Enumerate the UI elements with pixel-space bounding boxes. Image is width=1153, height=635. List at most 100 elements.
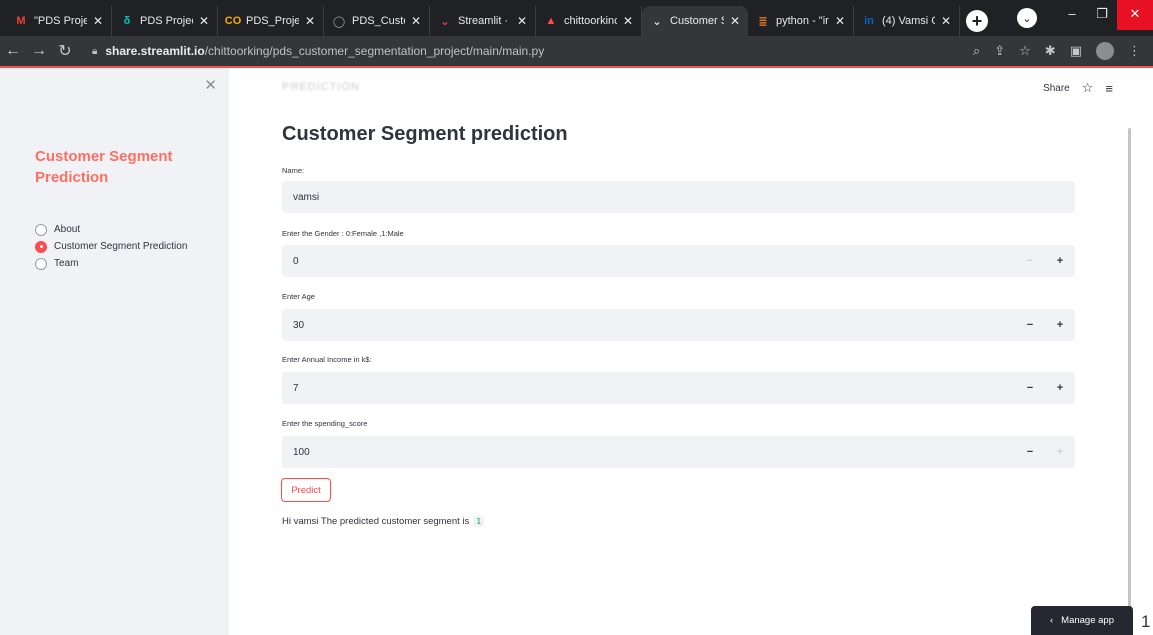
radio-dot-selected[interactable]: [35, 240, 47, 253]
close-tab-icon[interactable]: ✕: [730, 14, 740, 28]
result-value: 1: [473, 516, 485, 527]
extensions-icon[interactable]: ✱: [1045, 43, 1056, 59]
close-tab-icon[interactable]: ✕: [835, 14, 845, 28]
age-increment-button[interactable]: +: [1045, 309, 1075, 341]
gender-increment-button[interactable]: +: [1045, 245, 1075, 277]
spending-number-input[interactable]: 100 − +: [282, 436, 1075, 468]
close-sidebar-icon[interactable]: ✕: [204, 76, 217, 94]
income-increment-button[interactable]: +: [1045, 372, 1075, 404]
close-tab-icon[interactable]: ✕: [411, 14, 421, 28]
name-input[interactable]: vamsi: [282, 181, 1075, 213]
url-host: share.streamlit.io: [105, 44, 205, 58]
sidepanel-icon[interactable]: ▣: [1070, 43, 1082, 59]
gender-decrement-button[interactable]: −: [1015, 245, 1045, 277]
browser-tab[interactable]: ▲ chittoorkinc ✕: [536, 6, 642, 36]
close-tab-icon[interactable]: ✕: [517, 14, 527, 28]
address-bar-actions: ⌕ ⇪ ☆ ✱ ▣ ⋮: [973, 36, 1141, 66]
sidebar-title: Customer Segment Prediction: [35, 148, 173, 186]
name-value: vamsi: [293, 191, 320, 203]
gmail-icon: M: [16, 15, 26, 27]
result-text: Hi vamsi The predicted customer segment …: [282, 516, 470, 527]
forward-icon[interactable]: →: [26, 42, 52, 60]
profile-avatar[interactable]: [1096, 42, 1114, 60]
restore-icon[interactable]: ❐: [1087, 0, 1117, 30]
back-icon[interactable]: ←: [0, 42, 26, 60]
tab-title: chittoorkinc: [564, 15, 617, 27]
income-value: 7: [293, 382, 299, 394]
linkedin-icon: in: [864, 15, 874, 27]
chevron-left-icon: ‹: [1050, 615, 1054, 626]
manage-app-label: Manage app: [1061, 615, 1114, 626]
browser-tab[interactable]: M "PDS Projec ✕: [6, 6, 112, 36]
page-radio-group: About Customer Segment Prediction Team: [35, 221, 187, 272]
window-controls: – ❐ ✕: [1057, 0, 1153, 30]
reload-icon[interactable]: ↻: [52, 41, 78, 61]
browser-tab[interactable]: in (4) Vamsi C ✕: [854, 6, 960, 36]
close-tab-icon[interactable]: ✕: [93, 14, 103, 28]
radio-team[interactable]: Team: [35, 255, 187, 272]
radio-label: About: [54, 224, 81, 235]
radio-about[interactable]: About: [35, 221, 187, 238]
streamlit-icon: ⌄: [652, 15, 662, 28]
spending-value: 100: [293, 446, 310, 458]
age-decrement-button[interactable]: −: [1015, 309, 1045, 341]
page-title: Customer Segment prediction: [282, 123, 568, 145]
address-bar: ← → ↻ 🔒︎ share.streamlit.io/chittoorking…: [0, 36, 1153, 68]
radio-dot[interactable]: [35, 223, 47, 236]
browser-tab[interactable]: ◯ PDS_Custo ✕: [324, 6, 430, 36]
share-page-icon[interactable]: ⇪: [994, 43, 1005, 59]
tab-search-icon[interactable]: ⌄: [1017, 8, 1037, 28]
bookmark-star-icon[interactable]: ☆: [1019, 43, 1031, 59]
close-tab-icon[interactable]: ✕: [305, 14, 315, 28]
share-button[interactable]: Share: [1043, 83, 1070, 94]
app-toolbar: Share ☆ ≡: [1043, 80, 1113, 96]
star-icon[interactable]: ☆: [1082, 80, 1094, 96]
minimize-icon[interactable]: –: [1057, 0, 1087, 30]
url-path: /chittoorking/pds_customer_segmentation_…: [204, 44, 545, 58]
browser-tab[interactable]: ⌄ Customer S ✕: [642, 6, 748, 36]
income-number-input[interactable]: 7 − +: [282, 372, 1075, 404]
gender-number-input[interactable]: 0 − +: [282, 245, 1075, 277]
zoom-icon[interactable]: ⌕: [973, 43, 980, 59]
close-tab-icon[interactable]: ✕: [623, 14, 633, 28]
ghost-header: PREDICTION: [282, 81, 360, 93]
spending-increment-button[interactable]: +: [1045, 436, 1075, 468]
close-tab-icon[interactable]: ✕: [941, 14, 951, 28]
tab-title: PDS Project: [140, 15, 193, 27]
hamburger-menu-icon[interactable]: ≡: [1105, 81, 1113, 96]
income-decrement-button[interactable]: −: [1015, 372, 1045, 404]
close-window-icon[interactable]: ✕: [1117, 0, 1153, 30]
scrollbar[interactable]: [1128, 128, 1131, 614]
main-content: PREDICTION Share ☆ ≡ Customer Segment pr…: [229, 68, 1153, 635]
lock-icon: 🔒︎: [92, 45, 98, 57]
name-label: Name:: [282, 166, 305, 175]
tab-title: Customer S: [670, 15, 724, 27]
income-label: Enter Annual Income in k$:: [282, 355, 372, 364]
tab-title: "PDS Projec: [34, 15, 87, 27]
spending-decrement-button[interactable]: −: [1015, 436, 1045, 468]
flow-icon: δ: [123, 15, 131, 27]
browser-menu-icon[interactable]: ⋮: [1128, 43, 1141, 59]
stackoverflow-icon: ≣: [758, 15, 768, 28]
spending-label: Enter the spending_score: [282, 419, 368, 428]
manage-app-button[interactable]: ‹ Manage app: [1031, 606, 1133, 635]
predict-button[interactable]: Predict: [281, 478, 331, 502]
age-number-input[interactable]: 30 − +: [282, 309, 1075, 341]
colab-icon: CO: [224, 15, 242, 27]
browser-tab[interactable]: δ PDS Project ✕: [112, 6, 218, 36]
browser-tab[interactable]: ⌄ Streamlit · T ✕: [430, 6, 536, 36]
tab-title: (4) Vamsi C: [882, 15, 935, 27]
close-tab-icon[interactable]: ✕: [199, 14, 209, 28]
url-field[interactable]: 🔒︎ share.streamlit.io/chittoorking/pds_c…: [92, 44, 544, 58]
radio-dot[interactable]: [35, 257, 47, 270]
radio-customer-segment-prediction[interactable]: Customer Segment Prediction: [35, 238, 187, 255]
browser-tab[interactable]: ≣ python - "ir ✕: [748, 6, 854, 36]
browser-tab[interactable]: CO PDS_Projec ✕: [218, 6, 324, 36]
tab-title: python - "ir: [776, 15, 829, 27]
tab-title: Streamlit · T: [458, 15, 511, 27]
new-tab-button[interactable]: +: [966, 10, 988, 32]
sidebar: ✕ Customer Segment Prediction About Cust…: [0, 68, 229, 635]
github-icon: ◯: [332, 15, 346, 28]
prediction-result: Hi vamsi The predicted customer segment …: [282, 516, 485, 527]
radio-label: Team: [54, 258, 79, 269]
